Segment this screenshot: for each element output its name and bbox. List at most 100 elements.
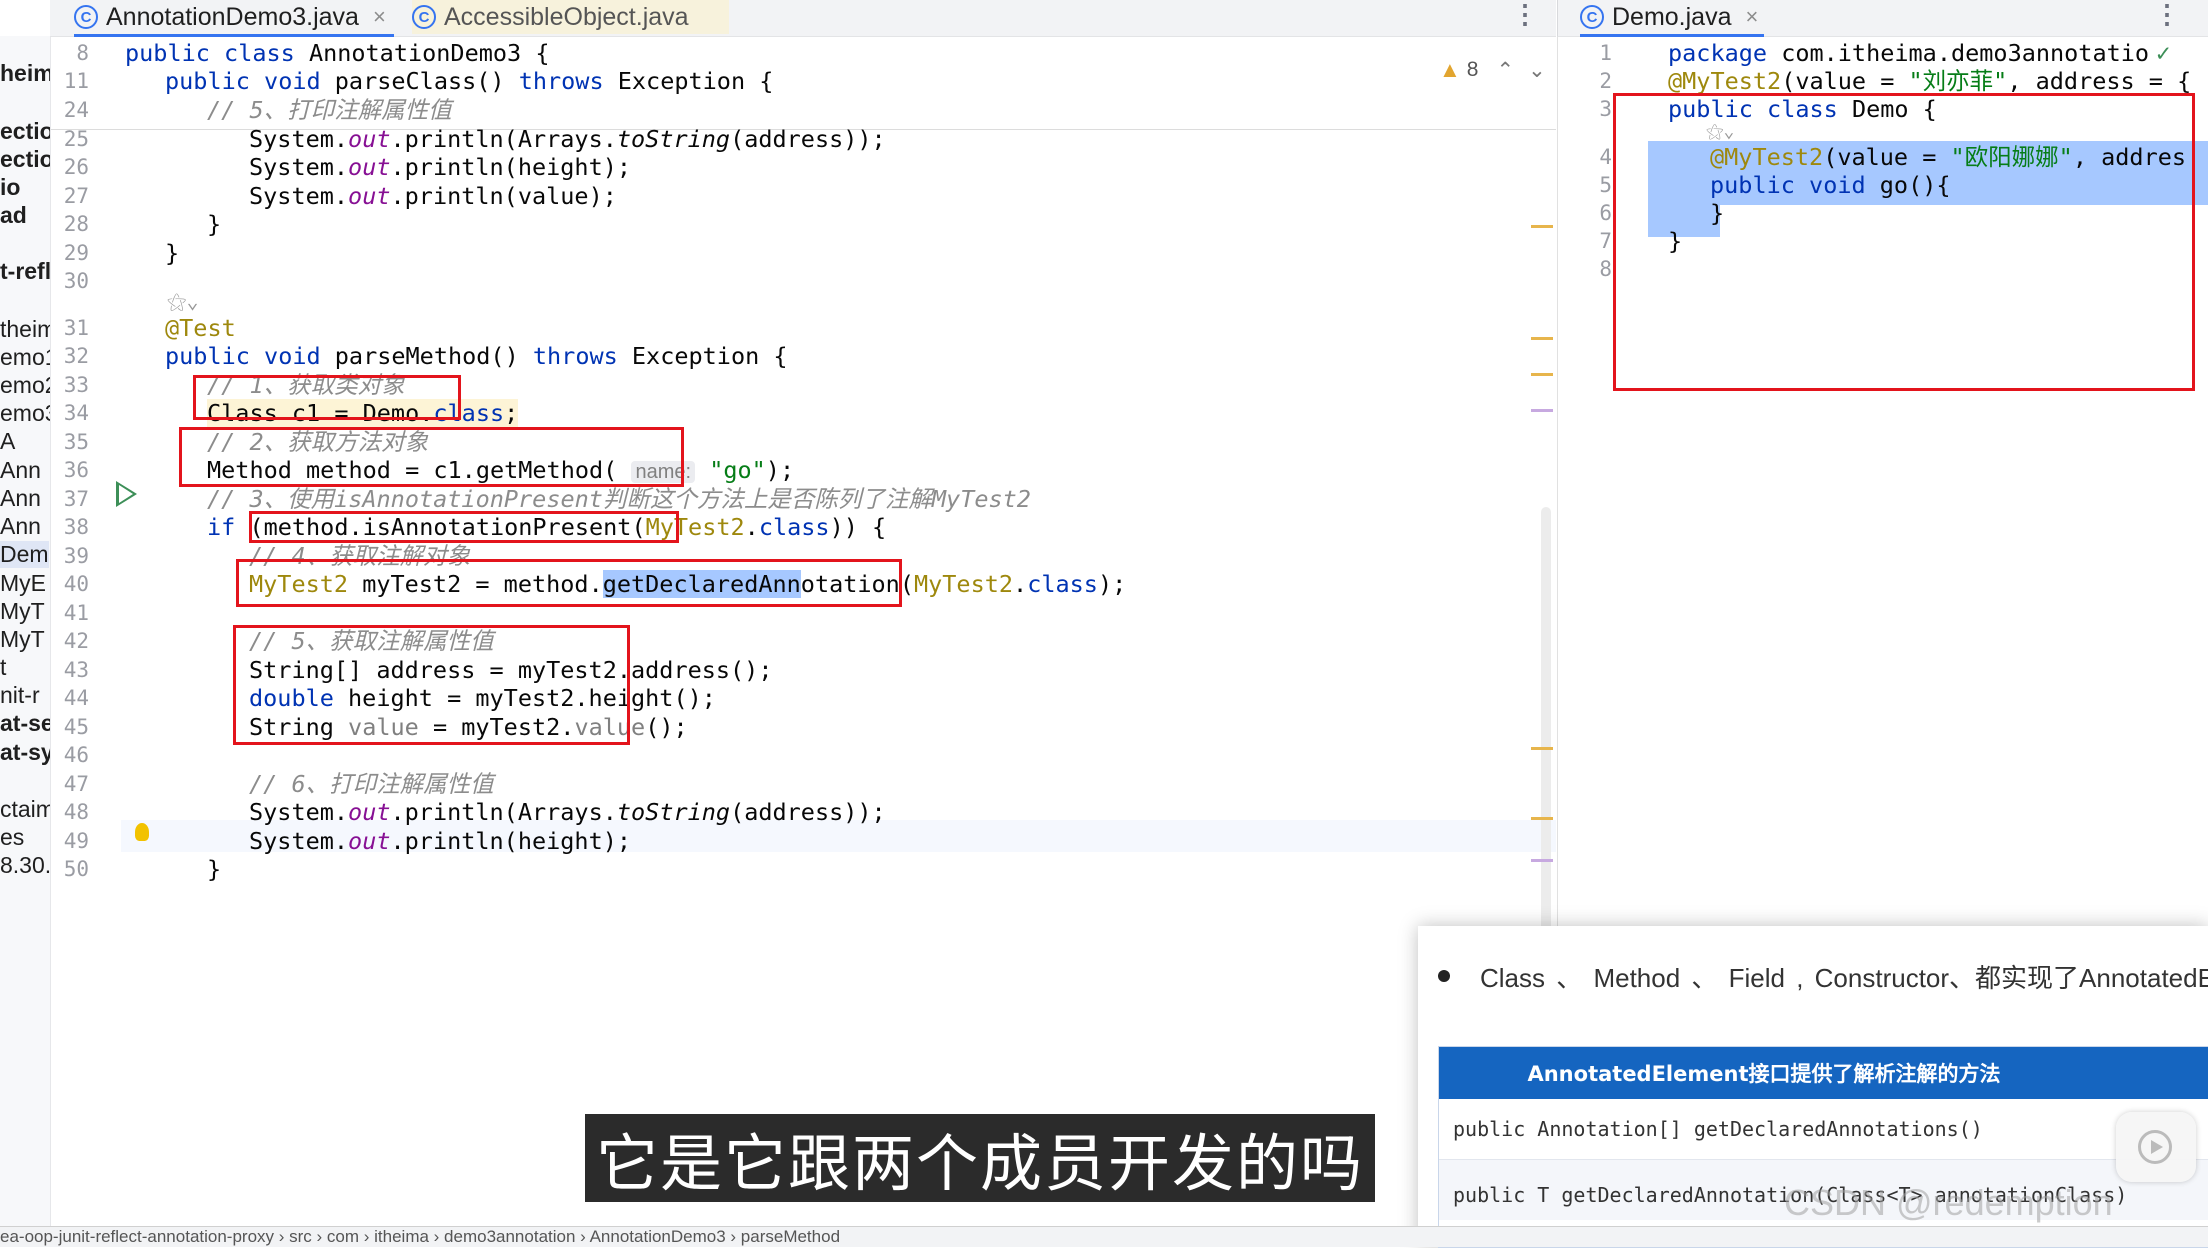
line-number: 32 (63, 344, 89, 368)
line-number: 27 (63, 183, 89, 208)
project-tree-item[interactable]: theim (0, 316, 50, 343)
warning-stripe-mark (1531, 373, 1553, 376)
tab-annotationdemo3[interactable]: C AnnotationDemo3.java × (74, 0, 394, 37)
project-tree-item[interactable]: emo2 (0, 372, 50, 399)
warning-icon: ▲ (1439, 57, 1461, 82)
project-tree-item[interactable]: A (0, 428, 15, 455)
api-table-header: AnnotatedElement接口提供了解析注解的方法 (1439, 1047, 2208, 1099)
project-tree-item[interactable]: Ann (0, 457, 41, 484)
project-tree-item[interactable]: t (0, 654, 6, 681)
line-number: 42 (63, 629, 89, 653)
code-line: @Test (165, 313, 236, 342)
line-number: 2 (1599, 69, 1612, 93)
project-tree-item[interactable]: MyE (0, 570, 46, 597)
project-tree-item[interactable]: emo3 (0, 400, 50, 427)
tab-demo[interactable]: C Demo.java × (1580, 0, 1765, 37)
project-tree-item[interactable]: Dem (0, 541, 49, 568)
highlight-box-get-class (193, 375, 461, 420)
left-editor-tabbar: C AnnotationDemo3.java × C AccessibleObj… (50, 0, 1556, 37)
tab-label: AccessibleObject.java (444, 2, 689, 31)
line-number: 4 (1599, 145, 1612, 169)
code-line: // 3、使用isAnnotationPresent判断这个方法上是否陈列了注解… (207, 484, 1031, 513)
warning-stripe-mark (1531, 817, 1553, 820)
video-subtitle: 它是它跟两个成员开发的吗 (585, 1114, 1375, 1202)
code-line: public void parseClass() throws Exceptio… (165, 67, 774, 95)
right-editor-tabbar: C Demo.java × ⋮ (1557, 0, 2208, 37)
more-options-icon[interactable]: ⋮ (2154, 0, 2180, 30)
play-button[interactable] (2116, 1112, 2196, 1182)
highlight-box-annotation-present (249, 511, 679, 543)
line-number: 8 (1599, 257, 1612, 281)
code-line: // 5、打印注解属性值 (207, 96, 452, 124)
code-line: System.out.println(value); (249, 181, 617, 210)
lightbulb-icon[interactable] (135, 823, 149, 841)
line-number: 50 (63, 857, 89, 881)
close-icon[interactable]: × (1746, 4, 1759, 30)
chevron-up-icon[interactable]: ⌃ (1496, 58, 1514, 83)
tab-label: Demo.java (1612, 2, 1732, 31)
project-tree-item[interactable]: ectio (0, 118, 50, 145)
line-number: 28 (63, 212, 89, 236)
code-line: System.out.println(Arrays.toString(addre… (249, 124, 886, 153)
slide-overlay: Class 、 Method 、 Field , Constructor、都实现… (1418, 926, 2208, 1248)
project-tree-sidebar: heimaxectioectioioadt-refltheimemo1emo2e… (0, 36, 51, 1236)
project-tree-item[interactable]: MyT (0, 598, 45, 625)
line-number: 5 (1599, 173, 1612, 197)
ai-assistant-icon[interactable]: ⚝⌄ (167, 289, 198, 313)
line-number: 25 (63, 126, 89, 151)
project-tree-item[interactable]: ectio (0, 146, 50, 173)
warning-stripe-mark (1531, 337, 1553, 340)
line-number: 29 (63, 240, 89, 265)
project-tree-item[interactable]: es (0, 824, 24, 851)
breadcrumb[interactable]: ea-oop-junit-reflect-annotation-proxy › … (0, 1226, 2208, 1247)
close-icon[interactable]: × (373, 4, 386, 30)
right-editor[interactable]: ⚝⌄ ✓ 12345678 package com.itheima.demo3a… (1557, 37, 2208, 927)
line-number: 41 (63, 600, 89, 625)
line-number: 34 (63, 401, 89, 425)
project-tree-item[interactable]: at-sy (0, 739, 50, 766)
line-number: 33 (63, 372, 89, 397)
code-line: System.out.println(Arrays.toString(addre… (249, 798, 886, 826)
highlight-box-demo-class (1613, 93, 2195, 391)
project-tree-item[interactable]: 8.30.j (0, 852, 50, 879)
code-line: } (207, 210, 222, 238)
line-number: 40 (63, 572, 89, 596)
left-editor[interactable]: ▲ 8 ⌃ ⌄ 8 11 24 25 26 27 28 29 30 31 32 33 34 35 36 37 3… (51, 37, 1556, 1226)
code-line: public void parseMethod() throws Excepti… (165, 342, 788, 370)
line-number: 1 (1599, 41, 1612, 65)
line-number: 35 (63, 429, 89, 454)
project-tree-item[interactable]: at-se (0, 710, 50, 737)
chevron-down-icon[interactable]: ⌄ (1528, 58, 1546, 83)
line-number: 47 (63, 771, 89, 796)
warning-stripe-mark (1531, 747, 1553, 750)
bullet-text: Class 、 Method 、 Field , Constructor、都实现… (1480, 963, 2208, 993)
code-line: System.out.println(height); (249, 826, 632, 855)
line-number: 46 (63, 743, 89, 767)
tab-accessibleobject[interactable]: C AccessibleObject.java (412, 0, 729, 34)
project-tree-item[interactable]: Ann (0, 513, 41, 540)
more-options-icon[interactable]: ⋮ (1512, 0, 1538, 30)
inspection-widget[interactable]: ▲ 8 ⌃ ⌄ (1439, 57, 1546, 83)
line-number: 26 (63, 155, 89, 179)
project-tree-item[interactable]: MyT (0, 626, 45, 653)
watermark: CSDN @redemption (1784, 1182, 2113, 1223)
code-line: System.out.println(height); (249, 153, 632, 181)
line-number: 36 (63, 458, 89, 482)
api-table-row: public Annotation[] getDeclaredAnnotatio… (1439, 1099, 2208, 1160)
run-gutter-icon[interactable] (116, 481, 137, 507)
project-tree-item[interactable]: Ann (0, 485, 41, 512)
project-tree-item[interactable]: io (0, 174, 20, 201)
line-number: 11 (63, 69, 89, 93)
project-tree-item[interactable]: t-refl (0, 258, 50, 285)
project-tree-item[interactable]: ad (0, 202, 27, 229)
project-tree-item[interactable]: emo1 (0, 344, 50, 371)
project-tree-item[interactable]: nit-r (0, 682, 40, 709)
project-tree-item[interactable]: heimax (0, 60, 50, 87)
code-line: // 6、打印注解属性值 (249, 769, 494, 798)
bullet-dot (1438, 970, 1450, 982)
project-tree-item[interactable]: ctaim (0, 796, 50, 823)
code-line: } (165, 238, 180, 267)
line-number: 8 (76, 41, 89, 65)
line-number: 6 (1599, 201, 1612, 225)
line-number: 30 (63, 269, 89, 293)
